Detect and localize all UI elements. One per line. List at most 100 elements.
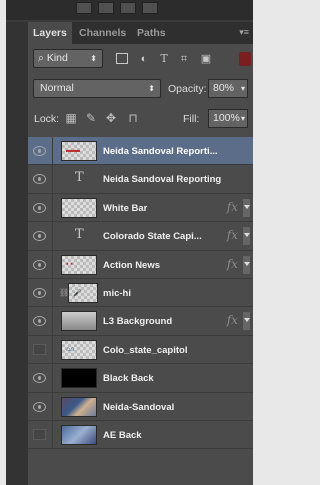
fill-value: 100% [213,112,240,124]
photoshop-frame: Layers Channels Paths ▾≡ ⌕ Kind ⬍ ◐ T ⌗ … [6,0,253,485]
visibility-eye-icon[interactable] [33,259,46,270]
lock-label: Lock: [34,113,60,125]
toolbar-button[interactable] [76,2,92,14]
divider [52,137,53,165]
layer-row[interactable]: ⌂⌂ Colo_state_capitol [28,335,253,365]
layer-thumbnail [61,424,97,445]
layer-name: Neida-Sandoval [103,401,175,413]
tab-channels[interactable]: Channels [74,22,131,44]
layer-name: AE Back [103,429,142,441]
layer-thumbnail [61,396,97,417]
layer-row[interactable]: Neida-Sandoval [28,392,253,421]
divider [52,278,53,307]
type-layer-icon: T [75,227,84,243]
toolbar-button[interactable] [120,2,136,14]
toolbar-button[interactable] [98,2,114,14]
expand-effects-icon[interactable] [243,227,250,246]
panel-menu-icon[interactable]: ▾≡ [239,27,249,38]
visibility-eye-icon[interactable] [33,287,46,298]
layer-name: mic-hi [103,287,131,299]
lock-transparent-icon[interactable]: ▦ [64,111,78,125]
type-filter-icon[interactable]: T [156,51,172,67]
divider [52,420,53,449]
fx-icon[interactable]: fx [227,228,238,242]
blend-mode-select[interactable]: Normal ⬍ [33,79,161,98]
visibility-eye-icon[interactable] [33,316,46,327]
layer-row[interactable]: T Neida Sandoval Reporting [28,165,253,194]
thumbnail-mark: ▪ ▪ [66,260,73,268]
filter-toggle[interactable] [239,52,251,66]
layer-name: Black Back [103,373,154,385]
toolbar-button[interactable] [142,2,158,14]
blend-mode-value: Normal [40,82,74,94]
lock-paint-icon[interactable]: ✎ [84,111,98,125]
fx-icon[interactable]: fx [227,313,238,327]
layer-thumbnail [61,311,97,332]
toolbar-strip [6,0,253,20]
layer-row[interactable]: ▬▬ Neida Sandoval Reporti... [28,137,253,166]
smart-object-filter-icon[interactable]: ▣ [198,51,214,67]
divider [52,222,53,250]
layer-name: L3 Background [103,316,173,328]
kind-filter-select[interactable]: ⌕ Kind ⬍ [33,49,103,68]
expand-effects-icon[interactable] [243,198,250,217]
layer-name: Colorado State Capi... [103,231,202,243]
kind-label: Kind [46,52,68,64]
lock-row: Lock: ▦ ✎ ✥ ⊓ Fill: 100% ▾ [28,106,253,132]
layer-row[interactable]: T Colorado State Capi... fx [28,222,253,251]
tab-paths[interactable]: Paths [132,22,171,44]
fx-icon[interactable]: fx [227,257,238,271]
divider [52,165,53,193]
layer-thumbnail [61,368,97,389]
layer-thumbnail: 🎤 [68,282,98,303]
expand-effects-icon[interactable] [243,255,250,274]
divider [52,250,53,278]
layer-row[interactable]: L3 Background fx [28,307,253,336]
layer-row[interactable]: ⛓ 🎤 mic-hi [28,278,253,308]
layer-name: Neida Sandoval Reporti... [103,146,218,157]
visibility-eye-icon[interactable] [33,373,46,384]
layer-row[interactable]: White Bar fx [28,193,253,223]
divider [52,335,53,364]
fill-input[interactable]: 100% ▾ [208,109,248,128]
thumbnail-mark: ⌂⌂ [66,345,75,353]
chevron-updown-icon: ⬍ [148,84,155,93]
layer-name: Colo_state_capitol [103,344,188,356]
filter-row: ⌕ Kind ⬍ ◐ T ⌗ ▣ [28,44,253,74]
layer-row[interactable]: AE Back [28,420,253,450]
layer-thumbnail [61,197,97,218]
adjustment-filter-icon[interactable]: ◐ [136,51,152,67]
layers-panel: ⌕ Kind ⬍ ◐ T ⌗ ▣ Normal ⬍ Opacity: 80% ▾… [28,44,253,485]
tab-layers[interactable]: Layers [28,22,72,44]
layer-row[interactable]: ▪ ▪ Action News fx [28,250,253,279]
lock-position-icon[interactable]: ✥ [104,111,118,125]
opacity-value: 80% [213,82,235,94]
layer-name: Neida Sandoval Reporting [103,174,222,186]
divider [52,193,53,222]
divider [52,392,53,420]
layer-row[interactable]: Black Back [28,364,253,393]
visibility-eye-icon[interactable] [33,202,46,213]
layer-thumbnail: ▪ ▪ [61,254,97,275]
thumbnail-mark: 🎤 [73,289,82,297]
fill-label: Fill: [183,113,200,125]
image-filter-icon[interactable] [116,53,128,64]
visibility-eye-icon[interactable] [33,174,46,185]
shape-filter-icon[interactable]: ⌗ [176,51,192,67]
fx-icon[interactable]: fx [227,200,238,214]
search-icon: ⌕ [38,52,47,64]
opacity-input[interactable]: 80% ▾ [208,79,248,98]
visibility-eye-icon[interactable] [33,231,46,242]
chevron-updown-icon: ⬍ [90,54,97,63]
expand-effects-icon[interactable] [243,312,250,331]
thumbnail-mark: ▬▬ [66,147,80,154]
visibility-off-icon[interactable] [33,428,46,440]
visibility-eye-icon[interactable] [33,401,46,412]
panel-tabbar: Layers Channels Paths ▾≡ [28,22,253,44]
blend-row: Normal ⬍ Opacity: 80% ▾ [28,77,253,101]
visibility-off-icon[interactable] [33,343,46,355]
layer-name: White Bar [103,202,148,214]
layer-list: ▬▬ Neida Sandoval Reporti... T Neida San… [28,137,253,450]
visibility-eye-icon[interactable] [33,146,46,156]
lock-all-icon[interactable]: ⊓ [126,111,140,125]
